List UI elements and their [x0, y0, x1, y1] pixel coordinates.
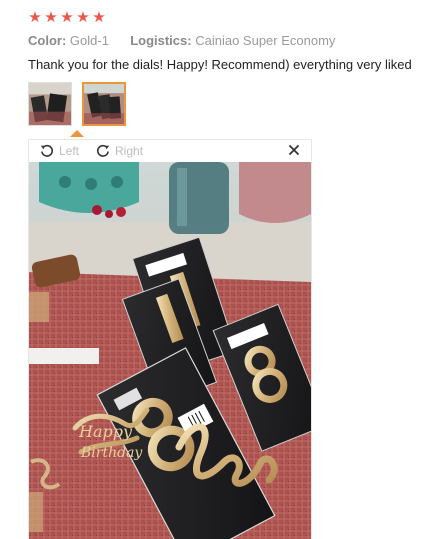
rotate-left-label: Left: [59, 144, 80, 158]
close-icon[interactable]: [287, 143, 301, 157]
logistics-label: Logistics:: [130, 33, 192, 48]
star-rating: ★ ★ ★ ★ ★: [28, 8, 429, 26]
star-icon: ★: [44, 8, 58, 26]
star-icon: ★: [60, 8, 74, 26]
card-text-birthday: Birthday: [80, 445, 143, 461]
viewer-toolbar: Left Right: [29, 140, 311, 162]
star-icon: ★: [76, 8, 90, 26]
rotate-right-icon: [95, 143, 111, 159]
photo-thumbnails: [28, 82, 429, 130]
photo-viewer: Left Right Happy Birthday: [28, 139, 312, 539]
color-value: Gold-1: [69, 33, 109, 48]
logistics-value: Cainiao Super Economy: [195, 33, 336, 48]
review-photo: Happy Birthday: [29, 162, 311, 539]
color-label: Color:: [28, 33, 67, 48]
rotate-right-label: Right: [115, 144, 144, 158]
card-text-happy: Happy: [78, 422, 133, 441]
photo-thumbnail-2[interactable]: [82, 82, 126, 126]
review-item: ★ ★ ★ ★ ★ Color: Gold-1 Logistics: Caini…: [28, 8, 429, 130]
star-icon: ★: [28, 8, 42, 26]
rotate-left-button[interactable]: Left: [39, 143, 79, 159]
photo-thumbnail-1[interactable]: [28, 82, 72, 126]
selected-thumbnail-pointer: [70, 130, 84, 137]
review-text: Thank you for the dials! Happy! Recommen…: [28, 57, 412, 72]
rotate-right-button[interactable]: Right: [95, 143, 143, 159]
star-icon: ★: [92, 8, 106, 26]
review-meta: Color: Gold-1 Logistics: Cainiao Super E…: [28, 32, 429, 50]
rotate-left-icon: [39, 143, 55, 159]
